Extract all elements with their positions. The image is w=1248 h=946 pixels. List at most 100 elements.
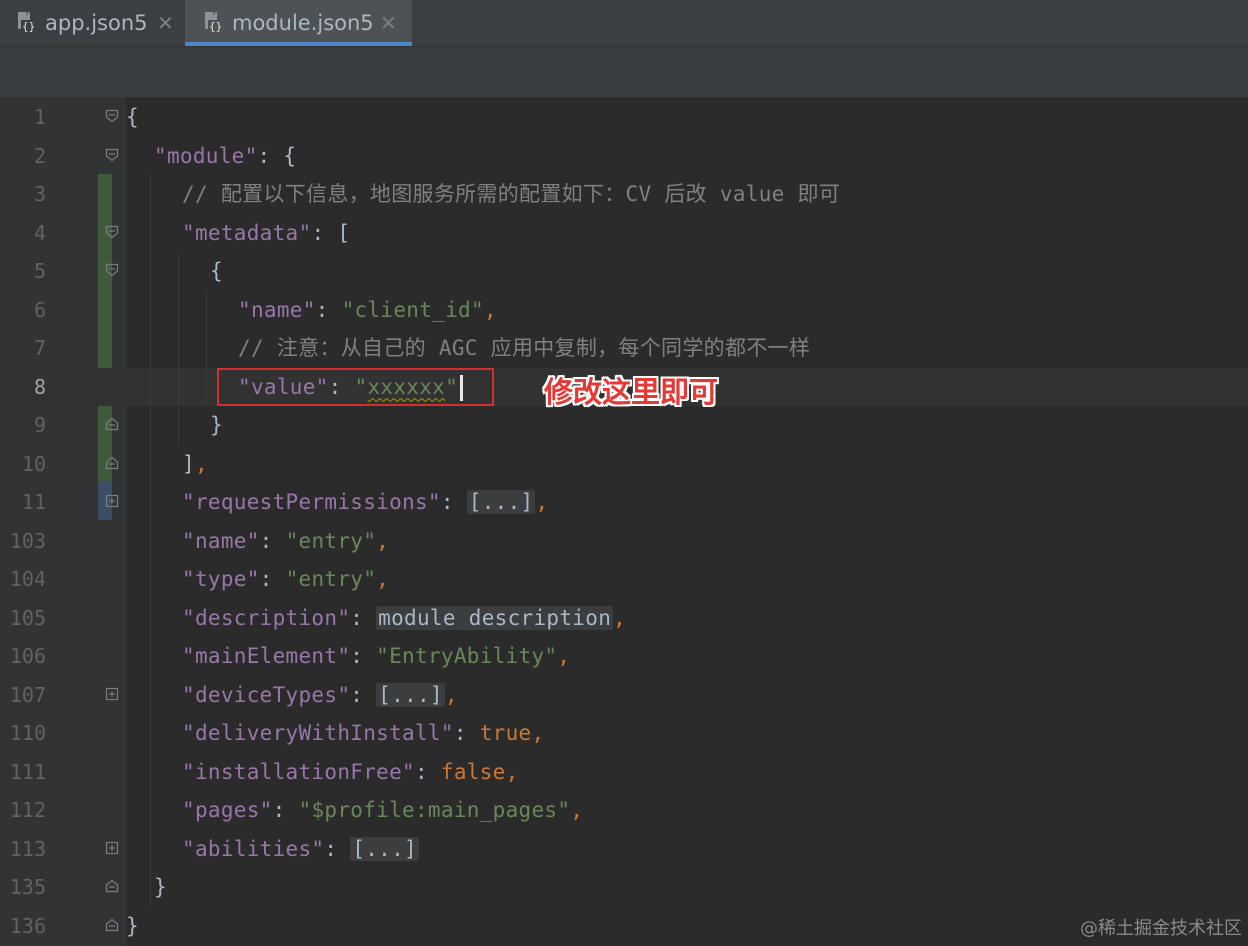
collapse-fold-icon[interactable] (105, 417, 119, 431)
line-number: 107 (9, 682, 46, 707)
code-token: "mainElement" (182, 644, 351, 668)
code-line[interactable]: 10], (0, 445, 1248, 483)
code-line[interactable]: 11 "requestPermissions": [...], (0, 483, 1248, 521)
expand-fold-icon[interactable] (105, 494, 119, 508)
indent-guide (150, 175, 151, 907)
code-token: : (259, 567, 286, 591)
code-text: "abilities": [...] (182, 836, 419, 861)
code-text: "mainElement": "EntryAbility", (182, 644, 570, 668)
active-tab-indicator (185, 42, 412, 46)
line-number: 111 (9, 759, 46, 784)
code-token: : [ (311, 220, 351, 245)
code-token: , (570, 798, 584, 822)
collapse-fold-icon[interactable] (105, 109, 119, 123)
watermark: @稀土掘金技术社区 (1080, 918, 1242, 939)
line-number: 10 (21, 451, 46, 476)
collapse-fold-icon[interactable] (105, 148, 119, 162)
code-line[interactable]: 135} (0, 868, 1248, 906)
code-token: : (259, 528, 286, 553)
collapse-fold-icon[interactable] (105, 225, 119, 239)
expand-fold-icon[interactable] (105, 687, 119, 701)
code-token: "EntryAbility" (376, 644, 558, 668)
collapse-fold-icon[interactable] (105, 263, 119, 277)
folded-region[interactable]: [...] (350, 836, 419, 861)
code-line[interactable]: 2 "module": { (0, 137, 1248, 175)
code-token: ] (182, 451, 195, 476)
line-number: 1 (33, 105, 46, 129)
code-token: , (535, 490, 549, 514)
code-token: , (531, 721, 545, 745)
annotation-label: 修改这里即可 (544, 375, 719, 409)
collapse-fold-icon[interactable] (105, 918, 119, 932)
code-token: { (210, 259, 223, 283)
code-line[interactable]: 110 "deliveryWithInstall": true, (0, 714, 1248, 752)
code-token: , (376, 528, 390, 553)
code-text: // 配置以下信息，地图服务所需的配置如下：CV 后改 value 即可 (182, 182, 840, 206)
collapse-fold-icon[interactable] (105, 879, 119, 893)
code-line[interactable]: 113 "abilities": [...] (0, 830, 1248, 868)
code-token: : (315, 297, 342, 322)
tab-label: module.json5 (232, 11, 374, 35)
code-token: : (350, 682, 377, 707)
code-text: { (210, 259, 223, 283)
code-line[interactable]: 107 "deviceTypes": [...], (0, 676, 1248, 714)
code-token: : (324, 836, 351, 861)
code-line[interactable]: 6 "name": "client_id", (0, 291, 1248, 329)
code-line[interactable]: 105 "description": module description, (0, 599, 1248, 637)
code-line[interactable]: 136} (0, 907, 1248, 945)
code-line[interactable]: 104 "type": "entry", (0, 560, 1248, 598)
tab-app-json5[interactable]: {} app.json5 ✕ (0, 0, 184, 46)
line-number: 110 (9, 721, 46, 745)
ide-window: {} app.json5 ✕ {} module.json5 ✕ 1{2 "mod… (0, 0, 1248, 946)
code-token: "pages" (182, 798, 273, 822)
code-token: "entry" (285, 528, 377, 553)
json5-file-icon: {} (203, 11, 224, 35)
code-token: "deviceTypes" (182, 682, 351, 707)
code-text: "metadata": [ (182, 221, 350, 245)
code-text: "installationFree": false, (182, 760, 519, 784)
code-line[interactable]: 7 // 注意：从自己的 AGC 应用中复制，每个同学的都不一样 (0, 329, 1248, 367)
code-text: "requestPermissions": [...], (182, 490, 548, 514)
code-token: "abilities" (182, 836, 325, 861)
code-token: true (479, 721, 532, 745)
code-line[interactable]: 1{ (0, 98, 1248, 136)
highlight-box (217, 368, 494, 406)
indent-guide (178, 252, 179, 445)
tab-label: app.json5 (45, 11, 148, 35)
code-line[interactable]: 112 "pages": "$profile:main_pages", (0, 791, 1248, 829)
code-line[interactable]: 111 "installationFree": false, (0, 753, 1248, 791)
folded-region[interactable]: [...] (466, 490, 536, 514)
folded-region[interactable]: [...] (376, 682, 445, 707)
code-token: "module" (154, 143, 258, 168)
code-token: : { (257, 143, 297, 168)
code-text: "pages": "$profile:main_pages", (182, 798, 583, 822)
line-number: 4 (33, 220, 46, 245)
code-text: "module": { (154, 144, 296, 168)
json5-file-icon: {} (16, 11, 37, 35)
code-line[interactable]: 106 "mainElement": "EntryAbility", (0, 637, 1248, 675)
line-number: 2 (33, 143, 46, 168)
code-token: "type" (182, 567, 260, 591)
folded-region[interactable]: module description (376, 605, 614, 630)
tab-module-json5[interactable]: {} module.json5 ✕ (185, 0, 412, 46)
code-token: "name" (182, 528, 260, 553)
code-line[interactable]: 3 // 配置以下信息，地图服务所需的配置如下：CV 后改 value 即可 (0, 175, 1248, 213)
code-text: } (126, 914, 139, 938)
code-token: "metadata" (182, 220, 312, 245)
code-line[interactable]: 9} (0, 406, 1248, 444)
code-line[interactable]: 5{ (0, 252, 1248, 290)
line-number: 135 (9, 875, 46, 899)
code-editor[interactable]: 1{2 "module": {3// 配置以下信息，地图服务所需的配置如下：CV … (0, 98, 1248, 946)
close-icon[interactable]: ✕ (380, 11, 397, 35)
collapse-fold-icon[interactable] (105, 456, 119, 470)
code-line[interactable]: 4 "metadata": [ (0, 214, 1248, 252)
code-token: "requestPermissions" (182, 490, 441, 514)
code-text: // 注意：从自己的 AGC 应用中复制，每个同学的都不一样 (238, 336, 810, 360)
line-number: 106 (9, 644, 46, 668)
code-token: // 注意：从自己的 AGC 应用中复制，每个同学的都不一样 (238, 336, 811, 360)
expand-fold-icon[interactable] (105, 841, 119, 855)
code-line[interactable]: 103 "name": "entry", (0, 522, 1248, 560)
line-number: 136 (9, 913, 46, 938)
code-token: , (505, 759, 519, 784)
close-icon[interactable]: ✕ (157, 11, 174, 35)
